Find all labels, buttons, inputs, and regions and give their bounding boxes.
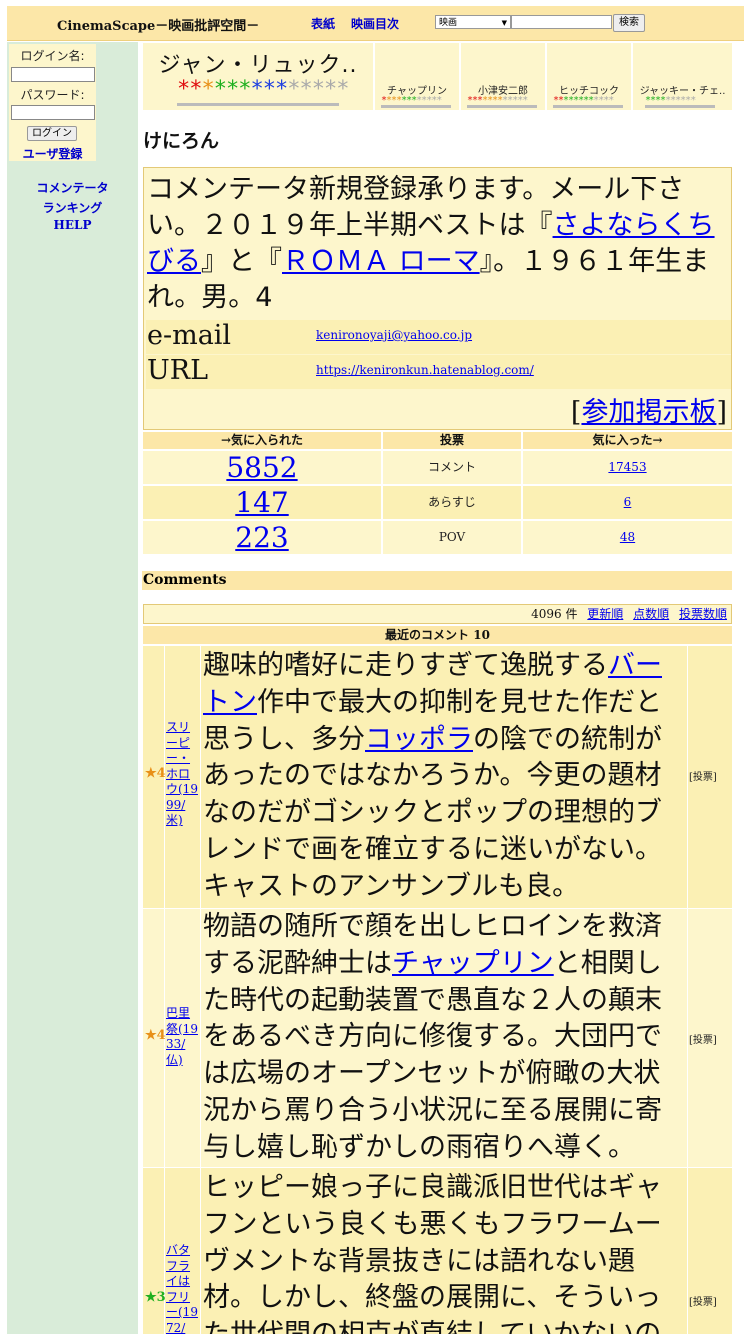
sort-by-votes-link[interactable]: 投票数順 (679, 607, 727, 621)
chevron-down-icon: ▼ (501, 19, 507, 27)
email-link[interactable]: kenironoyaji@yahoo.co.jp (316, 328, 472, 342)
comment-row: ★4 巴里祭(1933/仏) 物語の随所で顔を出しヒロインを救済する泥酔紳士はチ… (143, 909, 732, 1167)
bio-movie-link[interactable]: ＲＯＭＡ ローマ (282, 246, 480, 277)
comment-rating: ★3 (145, 1290, 166, 1305)
comment-person-link[interactable]: コッポラ (365, 724, 473, 755)
url-label: URL (147, 355, 209, 386)
comments-count-bar: 4096 件 更新順 点数順 投票数順 (143, 604, 732, 624)
bbs-link-wrapper: [参加掲示板] (570, 397, 727, 428)
bio-box: コメンテータ新規登録承ります。メール下さい。２０１９年上半期ベストは『さよならく… (143, 167, 732, 430)
comment-vote-link[interactable]: [投票] (689, 768, 729, 783)
comment-person-link[interactable]: チャップリン (392, 948, 554, 979)
sidebar-link-help[interactable]: HELP (7, 218, 138, 232)
sort-by-updated-link[interactable]: 更新順 (587, 607, 623, 621)
sidebar-link-ranking[interactable]: ランキング (7, 199, 138, 216)
user-nickname: けにろん (143, 130, 220, 152)
bio-text: コメンテータ新規登録承ります。メール下さい。２０１９年上半期ベストは『さよならく… (147, 174, 715, 313)
favorite-director[interactable]: ヒッチコック ************ (547, 43, 631, 110)
email-label: e-mail (147, 320, 232, 351)
comments-count: 4096 件 (531, 607, 578, 621)
search-input[interactable] (511, 15, 612, 29)
url-link[interactable]: https://kenironkun.hatenablog.com/ (316, 363, 534, 377)
stat-favorited-comments[interactable]: 5852 (143, 451, 381, 484)
favorite-director[interactable]: チャップリン ************ (375, 43, 459, 110)
password-label: パスワード: (20, 88, 85, 102)
comment-text: 物語の随所で顔を出しヒロインを救済する泥酔紳士はチャップリンと相関した時代の起動… (203, 911, 662, 1163)
top-favorite-name[interactable]: ジャン・リュック.. (143, 47, 373, 79)
stat-favorite-pov[interactable]: 48 (523, 521, 732, 554)
rating-stars: ************** (177, 77, 349, 102)
sidebar: ログイン名: パスワード: ログイン ユーザ登録 コメンテータ ランキング HE… (7, 42, 138, 1334)
rating-gauge (467, 105, 537, 108)
sort-by-score-link[interactable]: 点数順 (633, 607, 669, 621)
register-link[interactable]: ユーザ登録 (9, 145, 96, 162)
stat-label: コメント (383, 451, 521, 484)
bbs-link[interactable]: 参加掲示板 (581, 397, 716, 428)
stat-header-favorites: 気に入った→ (523, 432, 732, 449)
rating-gauge (177, 103, 339, 106)
email-row: e-mail kenironoyaji@yahoo.co.jp (146, 320, 731, 354)
nav-movie-index-link[interactable]: 映画目次 (351, 15, 399, 32)
stat-favorite-comments[interactable]: 17453 (523, 451, 732, 484)
stat-label: あらすじ (383, 486, 521, 519)
comment-row: ★3 バタフライはフリー(1972/米) ヒッピー娘っ子に良識派旧世代はギャフン… (143, 1168, 732, 1334)
login-name-input[interactable] (11, 67, 95, 82)
comment-vote-link[interactable]: [投票] (689, 1293, 729, 1308)
stat-header-favorited-by: →気に入られた (143, 432, 381, 449)
comments-section-title: Comments (142, 571, 732, 590)
stat-favorite-synopsis[interactable]: 6 (523, 486, 732, 519)
login-box: ログイン名: パスワード: ログイン ユーザ登録 (9, 44, 96, 161)
stat-label: POV (383, 521, 521, 554)
comment-rating: ★4 (145, 766, 166, 781)
stat-header-votes: 投票 (383, 432, 521, 449)
login-button[interactable]: ログイン (27, 126, 77, 141)
comment-text: ヒッピー娘っ子に良識派旧世代はギャフンという良くも悪くもフラワームーヴメントな背… (203, 1172, 662, 1334)
site-header: CinemaScape－映画批評空間－ 表紙 映画目次 映画 ▼ 検索 (7, 6, 744, 41)
comment-movie-link[interactable]: バタフライはフリー(1972/米) (166, 1243, 200, 1334)
favorite-director[interactable]: 小津安二郎 ************ (461, 43, 545, 110)
comment-rating: ★4 (145, 1028, 166, 1043)
comment-text: 趣味的嗜好に走りすぎて逸脱するバートン作中で最大の抑制を見せた作だと思うし、多分… (203, 650, 662, 902)
search-category-value: 映画 (439, 18, 458, 28)
rating-gauge (381, 105, 451, 108)
recent-comments-title: 最近のコメント 10 (143, 626, 732, 644)
login-name-label: ログイン名: (20, 49, 85, 63)
search-category-select[interactable]: 映画 ▼ (435, 15, 511, 29)
rating-gauge (645, 105, 715, 108)
comment-vote-link[interactable]: [投票] (689, 1031, 729, 1046)
stat-favorited-synopsis[interactable]: 147 (143, 486, 381, 519)
favorite-director[interactable]: ジャッキー・チェ.. ********** (633, 43, 732, 110)
password-input[interactable] (11, 105, 95, 120)
comment-movie-link[interactable]: 巴里祭(1933/仏) (166, 1006, 200, 1068)
comment-movie-link[interactable]: スリーピー・ホロウ(1999/米) (166, 720, 200, 829)
site-title[interactable]: CinemaScape－映画批評空間－ (57, 15, 259, 34)
nav-home-link[interactable]: 表紙 (311, 15, 335, 32)
search-button[interactable]: 検索 (613, 14, 645, 32)
rating-gauge (553, 105, 623, 108)
top-favorite-box: ジャン・リュック.. ************** (143, 43, 373, 110)
url-row: URL https://kenironkun.hatenablog.com/ (146, 355, 731, 389)
sidebar-link-commentators[interactable]: コメンテータ (7, 179, 138, 196)
comment-row: ★4 スリーピー・ホロウ(1999/米) 趣味的嗜好に走りすぎて逸脱するバートン… (143, 646, 732, 908)
stat-favorited-pov[interactable]: 223 (143, 521, 381, 554)
